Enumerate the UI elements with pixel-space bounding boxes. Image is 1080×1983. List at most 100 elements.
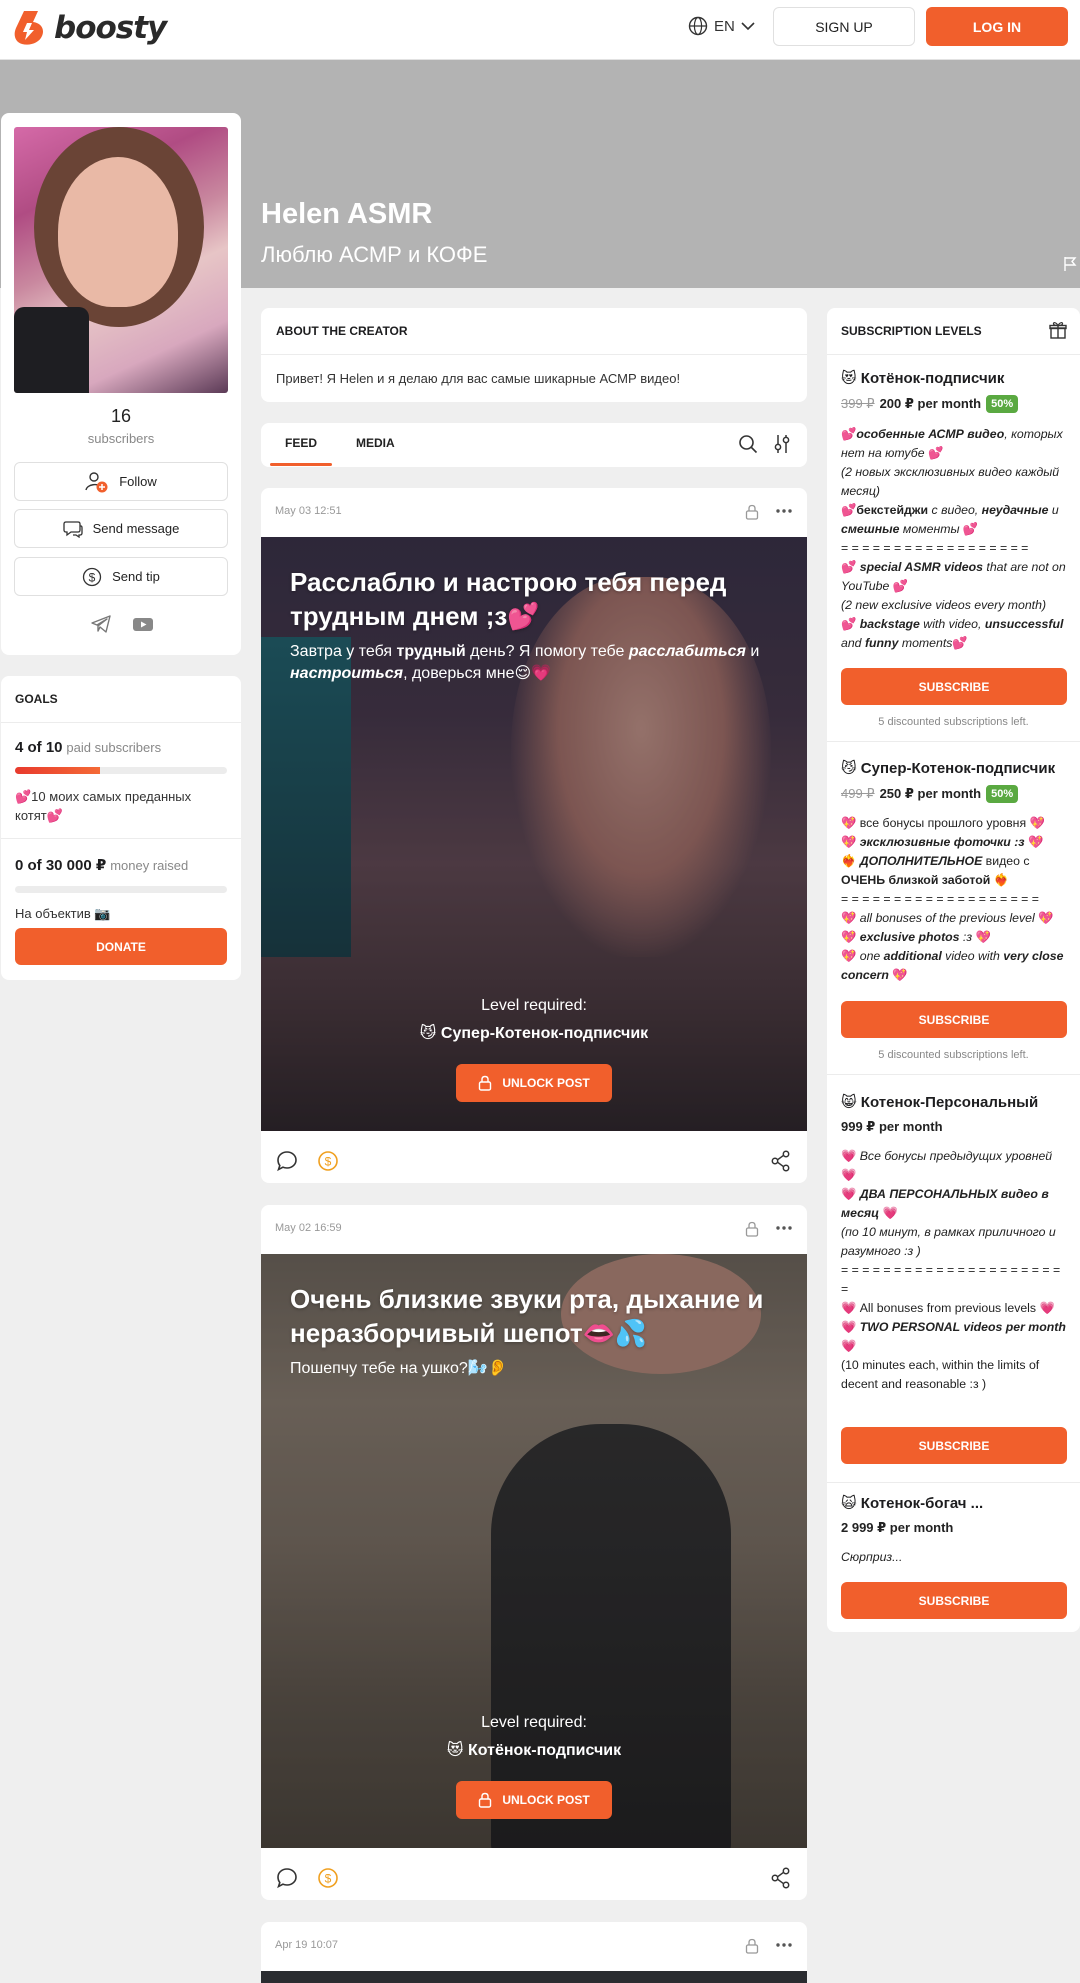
goal-money-bar <box>15 886 227 893</box>
unlock-post-label: UNLOCK POST <box>502 1076 590 1090</box>
more-options-icon[interactable] <box>776 509 792 513</box>
search-icon[interactable] <box>738 434 758 454</box>
avatar-microphone <box>14 307 89 393</box>
divider <box>827 354 1080 355</box>
logo-text: boosty <box>54 10 167 46</box>
svg-text:$: $ <box>325 1155 332 1169</box>
lock-icon <box>745 504 759 520</box>
subtitle-text: Завтра у тебя <box>290 643 397 660</box>
send-tip-label: Send tip <box>112 569 160 584</box>
svg-text:$: $ <box>325 1872 332 1886</box>
login-button[interactable]: LOG IN <box>926 7 1068 46</box>
signup-button[interactable]: SIGN UP <box>773 7 915 46</box>
follow-icon <box>85 471 108 492</box>
level-required-name: 😼 Супер-Котенок-подписчик <box>419 1025 649 1042</box>
subtitle-bold: трудный <box>396 643 466 660</box>
post-date: May 02 16:59 <box>275 1222 342 1234</box>
subtitle-text: день? Я помогу тебе <box>465 643 629 660</box>
tab-active-indicator <box>270 463 332 466</box>
goal-subscribers-description: 💕10 моих самых преданных котят💕 <box>15 789 192 823</box>
goal-subscribers-bar <box>15 767 227 774</box>
filter-icon[interactable] <box>773 434 791 454</box>
language-switcher[interactable]: EN <box>688 16 755 36</box>
follow-label: Follow <box>119 474 157 489</box>
level-price: 399 ₽ 200 ₽ per month 50% <box>841 395 1019 413</box>
level-description: 💖 все бонусы прошлого уровня 💖 💖 эксклюз… <box>841 816 1064 982</box>
subtitle-bold-italic: расслабиться <box>628 643 746 660</box>
svg-text:$: $ <box>89 570 96 584</box>
unlock-post-button[interactable]: UNLOCK POST <box>456 1064 612 1102</box>
feed-tabs-bar <box>261 423 807 467</box>
tab-media[interactable]: MEDIA <box>356 436 395 450</box>
goal-money-description: На объектив 📷 <box>15 906 111 921</box>
level-current-price: 2 999 ₽ per month <box>841 1520 954 1535</box>
comment-icon[interactable] <box>276 1150 298 1172</box>
divider <box>827 741 1080 742</box>
discount-badge: 50% <box>986 395 1019 413</box>
goals-title: GOALS <box>15 692 58 706</box>
send-message-button[interactable]: Send message <box>14 509 228 548</box>
creator-name: Helen ASMR <box>261 198 433 230</box>
level-required-name: 😻 Котёнок-подписчик <box>446 1742 622 1759</box>
level-current-price: 200 ₽ per month <box>879 396 982 411</box>
level-name: 😼 Супер-Котенок-подписчик <box>841 760 1056 777</box>
tab-feed[interactable]: FEED <box>285 436 317 450</box>
report-flag-icon[interactable] <box>1063 256 1077 272</box>
post-date: May 03 12:51 <box>275 505 342 517</box>
follow-button[interactable]: Follow <box>14 462 228 501</box>
send-message-label: Send message <box>92 521 180 536</box>
subtitle-bold-italic: настроиться <box>290 665 404 682</box>
post-title: Очень близкие звуки рта, дыхание и нераз… <box>290 1284 764 1348</box>
subscribe-button[interactable]: SUBSCRIBE <box>841 1582 1067 1619</box>
share-icon[interactable] <box>771 1867 791 1889</box>
language-label: EN <box>714 17 735 35</box>
subscribe-button[interactable]: SUBSCRIBE <box>841 1001 1067 1038</box>
send-tip-button[interactable]: $ Send tip <box>14 557 228 596</box>
dollar-coin-icon: $ <box>82 567 102 586</box>
tip-coin-icon[interactable]: $ <box>317 1867 339 1889</box>
youtube-icon[interactable] <box>132 614 154 634</box>
unlock-post-label: UNLOCK POST <box>502 1793 590 1807</box>
divider <box>827 1074 1080 1075</box>
comment-icon[interactable] <box>276 1867 298 1889</box>
share-icon[interactable] <box>771 1150 791 1172</box>
subscribe-button[interactable]: SUBSCRIBE <box>841 1427 1067 1464</box>
post-title: Расслаблю и настрою тебя перед трудным д… <box>290 567 727 631</box>
gift-icon[interactable] <box>1049 321 1067 339</box>
divider <box>1 838 241 839</box>
more-options-icon[interactable] <box>776 1226 792 1230</box>
level-description: 💗 Все бонусы предыдущих уровней 💗 💗 ДВА … <box>841 1149 1066 1391</box>
goal-money-progress: 0 of 30 000 ₽ money raised <box>15 856 188 874</box>
goal-subscribers-unit: paid subscribers <box>66 740 162 755</box>
level-price: 2 999 ₽ per month <box>841 1520 953 1536</box>
goal-subscribers-bar-fill <box>15 767 100 774</box>
chevron-down-icon <box>741 22 755 31</box>
about-title: ABOUT THE CREATOR <box>276 324 408 338</box>
subscribers-count: 16 <box>110 406 132 426</box>
level-required-label: Level required: <box>481 997 587 1014</box>
post-subtitle: Пошепчу тебе на ушко?🌬️👂 <box>290 1360 508 1377</box>
tip-coin-icon[interactable]: $ <box>317 1150 339 1172</box>
level-name: 🙀 Котенок-богач ... <box>841 1495 984 1512</box>
discount-note: 5 discounted subscriptions left. <box>878 1049 1029 1061</box>
subscription-levels-title: SUBSCRIPTION LEVELS <box>841 324 982 338</box>
telegram-icon[interactable] <box>90 614 112 634</box>
boosty-logo[interactable]: boosty <box>14 10 167 46</box>
level-current-price: 999 ₽ per month <box>841 1119 943 1134</box>
subscribers-label: subscribers <box>87 431 155 446</box>
level-current-price: 250 ₽ per month <box>879 786 982 801</box>
globe-icon <box>688 16 708 36</box>
post-date: Apr 19 10:07 <box>275 1939 338 1951</box>
post-cover-image[interactable] <box>261 1971 807 1983</box>
unlock-post-button[interactable]: UNLOCK POST <box>456 1781 612 1819</box>
level-name: 😻 Котёнок-подписчик <box>841 370 1005 387</box>
subscribe-button[interactable]: SUBSCRIBE <box>841 668 1067 705</box>
level-name: 😸 Котенок-Персональный <box>841 1094 1039 1111</box>
level-price: 999 ₽ per month <box>841 1119 943 1135</box>
goal-subscribers-progress: 4 of 10 paid subscribers <box>15 739 161 756</box>
donate-button[interactable]: DONATE <box>15 928 227 965</box>
level-description-text: Сюрприз... <box>841 1550 903 1564</box>
goal-subscribers-count: 4 of 10 <box>15 739 63 756</box>
lock-icon <box>745 1221 759 1237</box>
more-options-icon[interactable] <box>776 1943 792 1947</box>
